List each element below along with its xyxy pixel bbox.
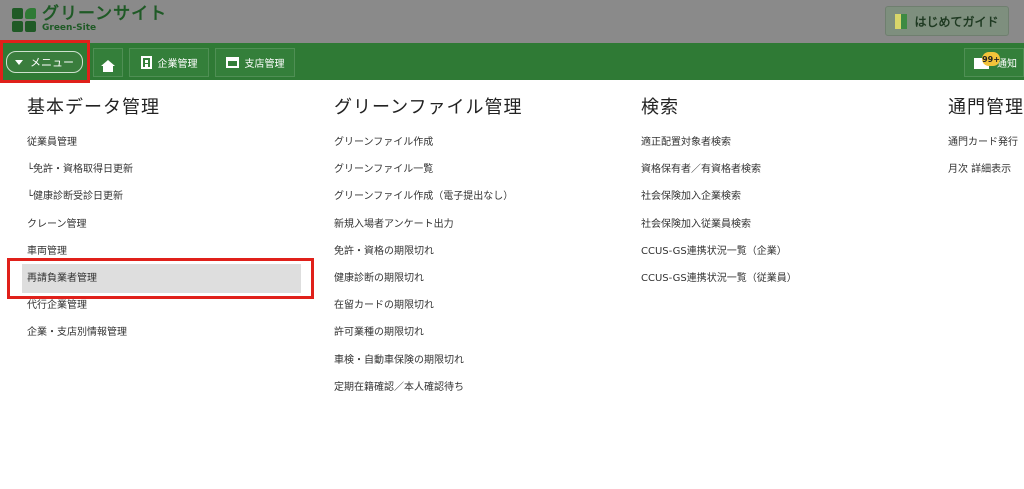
menu-button-highlight-frame [0,40,90,83]
building-icon [140,56,152,69]
menu-item-cranes[interactable]: クレーン管理 [27,217,160,244]
shop-icon [225,57,239,68]
menu-item-insured-employee-search[interactable]: 社会保険加入従業員検索 [641,217,797,244]
logo-subtitle: Green-Site [42,23,97,33]
branch-label: 支店管理 [244,59,285,70]
menu-column-green-file: グリーンファイル管理 グリーンファイル作成 グリーンファイル一覧 グリーンファイ… [334,93,523,407]
site-logo[interactable]: グリーンサイト Green-Site [12,6,167,33]
menu-column-gate: 通門管理 通門カード発行 月次 詳細表示 [948,93,1024,189]
beginner-guide-button[interactable]: はじめてガイド [885,6,1009,36]
branch-management-button[interactable]: 支店管理 [215,48,295,77]
menu-item-gate-card-issue[interactable]: 通門カード発行 [948,135,1024,162]
menu-item-green-file-create[interactable]: グリーンファイル作成 [334,135,523,162]
menu-item-residence-card-expired[interactable]: 在留カードの期限切れ [334,298,523,325]
menu-item-enrollment-check-pending[interactable]: 定期在籍確認／本人確認待ち [334,380,523,407]
home-icon [101,59,115,72]
beginner-mark-icon [895,13,908,29]
menu-item-ccus-company-status[interactable]: CCUS-GS連携状況一覧（企業） [641,244,797,271]
menu-item-health-check-expired[interactable]: 健康診断の期限切れ [334,271,523,298]
company-label: 企業管理 [157,59,198,70]
menu-item-vehicle-inspection-expired[interactable]: 車検・自動車保険の期限切れ [334,353,523,380]
notification-button[interactable]: 99+ 通知 [964,48,1024,77]
menu-item-green-file-create-offline[interactable]: グリーンファイル作成（電子提出なし） [334,189,523,216]
column-title: 検索 [641,97,679,118]
menu-item-company-branch-info[interactable]: 企業・支店別情報管理 [27,325,160,352]
column-title: グリーンファイル管理 [334,97,523,118]
column-title: 基本データ管理 [27,97,160,118]
menu-item-license-expired[interactable]: 免許・資格の期限切れ [334,244,523,271]
menu-item-new-entrant-survey[interactable]: 新規入場者アンケート出力 [334,217,523,244]
column-title: 通門管理 [948,97,1024,118]
notice-label: 通知 [997,59,1017,70]
menu-column-search: 検索 適正配置対象者検索 資格保有者／有資格者検索 社会保険加入企業検索 社会保… [641,93,797,298]
menu-item-monthly-detail[interactable]: 月次 詳細表示 [948,162,1024,189]
main-navbar: メニュー 企業管理 支店管理 99+ 通知 [0,43,1024,80]
guide-label: はじめてガイド [914,14,999,29]
menu-item-license-date-update[interactable]: └免許・資格取得日更新 [27,162,160,189]
site-header: グリーンサイト Green-Site はじめてガイド [0,0,1024,43]
logo-mark-icon [12,7,36,32]
menu-item-ccus-employee-status[interactable]: CCUS-GS連携状況一覧（従業員） [641,271,797,298]
menu-item-health-check-date-update[interactable]: └健康診断受診日更新 [27,189,160,216]
menu-item-placement-search[interactable]: 適正配置対象者検索 [641,135,797,162]
selected-item-highlight-frame [7,258,314,299]
home-button[interactable] [93,48,123,77]
menu-item-qualification-search[interactable]: 資格保有者／有資格者検索 [641,162,797,189]
menu-item-insured-company-search[interactable]: 社会保険加入企業検索 [641,189,797,216]
menu-column-basic-data: 基本データ管理 従業員管理 └免許・資格取得日更新 └健康診断受診日更新 クレー… [27,93,160,353]
logo-title: グリーンサイト [42,4,168,24]
notification-badge: 99+ [982,52,1000,66]
menu-item-green-file-list[interactable]: グリーンファイル一覧 [334,162,523,189]
menu-item-permit-expired[interactable]: 許可業種の期限切れ [334,325,523,352]
company-management-button[interactable]: 企業管理 [129,48,209,77]
menu-item-agent-companies[interactable]: 代行企業管理 [27,298,160,325]
menu-item-employees[interactable]: 従業員管理 [27,135,160,162]
